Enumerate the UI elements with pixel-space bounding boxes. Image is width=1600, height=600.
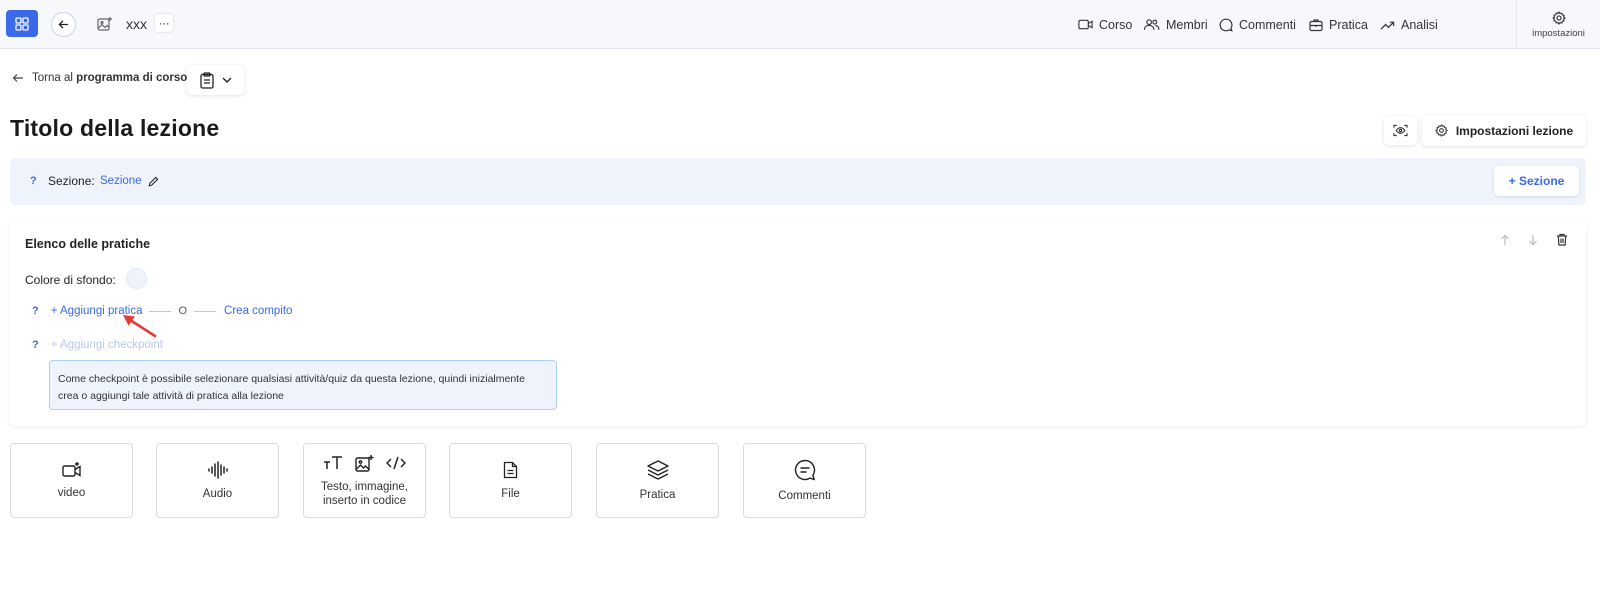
or-text: O (178, 305, 188, 317)
page-title: Titolo della lezione (10, 115, 220, 141)
tool-file[interactable]: File (449, 443, 572, 518)
section-bar: ? Sezione: Sezione + Sezione (10, 158, 1586, 205)
code-icon (386, 456, 406, 469)
checkpoint-info-box: Come checkpoint è possibile selezionare … (49, 360, 557, 410)
arrow-left-icon (58, 20, 69, 29)
tool-text-image-code[interactable]: Testo, immagine, inserto in codice (303, 443, 426, 518)
practice-help-icon[interactable]: ? (32, 305, 39, 317)
apps-grid-button[interactable] (6, 10, 38, 37)
comment-icon (794, 459, 815, 480)
briefcase-icon (1309, 18, 1323, 31)
add-section-button[interactable]: + Sezione (1494, 166, 1579, 196)
card-actions (1500, 233, 1568, 246)
grid-icon (15, 16, 29, 31)
practices-card: Elenco delle pratiche Colore di sfondo: … (10, 222, 1586, 426)
breadcrumb-link[interactable]: programma di corso (76, 72, 187, 84)
image-add-icon (355, 454, 374, 472)
tool-label: Testo, immagine, inserto in codice (321, 480, 408, 507)
arrow-up-icon[interactable] (1500, 234, 1510, 246)
video-add-icon (61, 462, 81, 477)
nav-item-analisi[interactable]: Analisi (1380, 0, 1438, 49)
bg-color-label: Colore di sfondo: (25, 273, 116, 287)
annotation-arrow-icon (123, 315, 157, 338)
tool-comments[interactable]: Commenti (743, 443, 866, 518)
lesson-settings-button[interactable]: Impostazioni lezione (1422, 115, 1586, 146)
bg-color-swatch[interactable] (126, 268, 147, 289)
section-help-icon[interactable]: ? (30, 175, 37, 187)
trend-up-icon (1380, 21, 1395, 30)
clipboard-icon (199, 71, 214, 89)
nav-label: Pratica (1329, 17, 1368, 32)
section-name: Sezione (100, 175, 142, 187)
text-size-icon (324, 456, 342, 469)
comment-icon (1219, 18, 1233, 32)
more-dots-icon: ··· (158, 16, 170, 30)
nav-label: Membri (1166, 17, 1208, 32)
tool-practice[interactable]: Pratica (596, 443, 719, 518)
divider-line (194, 310, 217, 312)
tool-audio[interactable]: Audio (156, 443, 279, 518)
eye-scan-icon (1393, 124, 1408, 137)
breadcrumb-prefix: Torna al (32, 72, 73, 84)
file-icon (503, 461, 518, 478)
add-practice-row: ? + Aggiungi pratica O Crea compito (32, 305, 292, 317)
course-image-icon[interactable] (96, 15, 113, 32)
breadcrumb-text[interactable]: Torna al programma di corso (32, 72, 187, 84)
tool-label: Audio (202, 487, 233, 500)
course-name[interactable]: xxx (126, 16, 147, 32)
nav-label: Analisi (1401, 17, 1438, 32)
tool-label: Pratica (639, 488, 676, 501)
nav-item-membri[interactable]: Membri (1143, 0, 1208, 49)
video-icon (1078, 19, 1093, 30)
top-bar: xxx ··· Corso Membri Commenti Pratica An… (0, 0, 1600, 49)
nav-label: Corso (1099, 17, 1133, 32)
back-button[interactable] (51, 12, 76, 37)
audio-wave-icon (207, 460, 228, 479)
chevron-down-icon (222, 77, 231, 83)
nav-label: Commenti (1239, 17, 1296, 32)
nav-item-corso[interactable]: Corso (1078, 0, 1132, 49)
more-options-button[interactable]: ··· (154, 13, 174, 33)
arrow-left-icon (12, 74, 23, 82)
users-icon (1143, 19, 1160, 30)
breadcrumb[interactable]: Torna al programma di corso (12, 72, 187, 84)
settings-top-label: impostazioni (1532, 27, 1585, 39)
gear-icon (1434, 124, 1448, 137)
lesson-settings-label: Impostazioni lezione (1455, 123, 1574, 138)
tool-label: Commenti (778, 489, 831, 502)
create-task-link[interactable]: Crea compito (224, 305, 292, 317)
section-label: Sezione: (48, 174, 95, 188)
preview-button[interactable] (1384, 116, 1417, 145)
tool-icons (323, 454, 406, 472)
section-name-link[interactable]: Sezione (100, 175, 159, 187)
trash-icon[interactable] (1556, 233, 1568, 246)
practices-title: Elenco delle pratiche (25, 237, 151, 251)
tool-label: video (57, 487, 86, 499)
layers-icon (646, 459, 669, 480)
add-checkpoint-link[interactable]: + Aggiungi checkpoint (51, 339, 163, 351)
pencil-icon[interactable] (148, 176, 159, 187)
tool-label: File (501, 487, 520, 500)
checkpoint-help-icon[interactable]: ? (32, 339, 39, 351)
settings-top-button[interactable]: impostazioni (1516, 0, 1600, 49)
arrow-down-icon[interactable] (1528, 234, 1538, 246)
nav-item-commenti[interactable]: Commenti (1219, 0, 1296, 49)
add-checkpoint-row: ? + Aggiungi checkpoint (32, 339, 163, 351)
nav-item-pratica[interactable]: Pratica (1309, 0, 1368, 49)
gear-icon (1551, 10, 1566, 25)
tool-video[interactable]: video (10, 443, 133, 518)
lesson-type-dropdown[interactable] (187, 65, 244, 95)
